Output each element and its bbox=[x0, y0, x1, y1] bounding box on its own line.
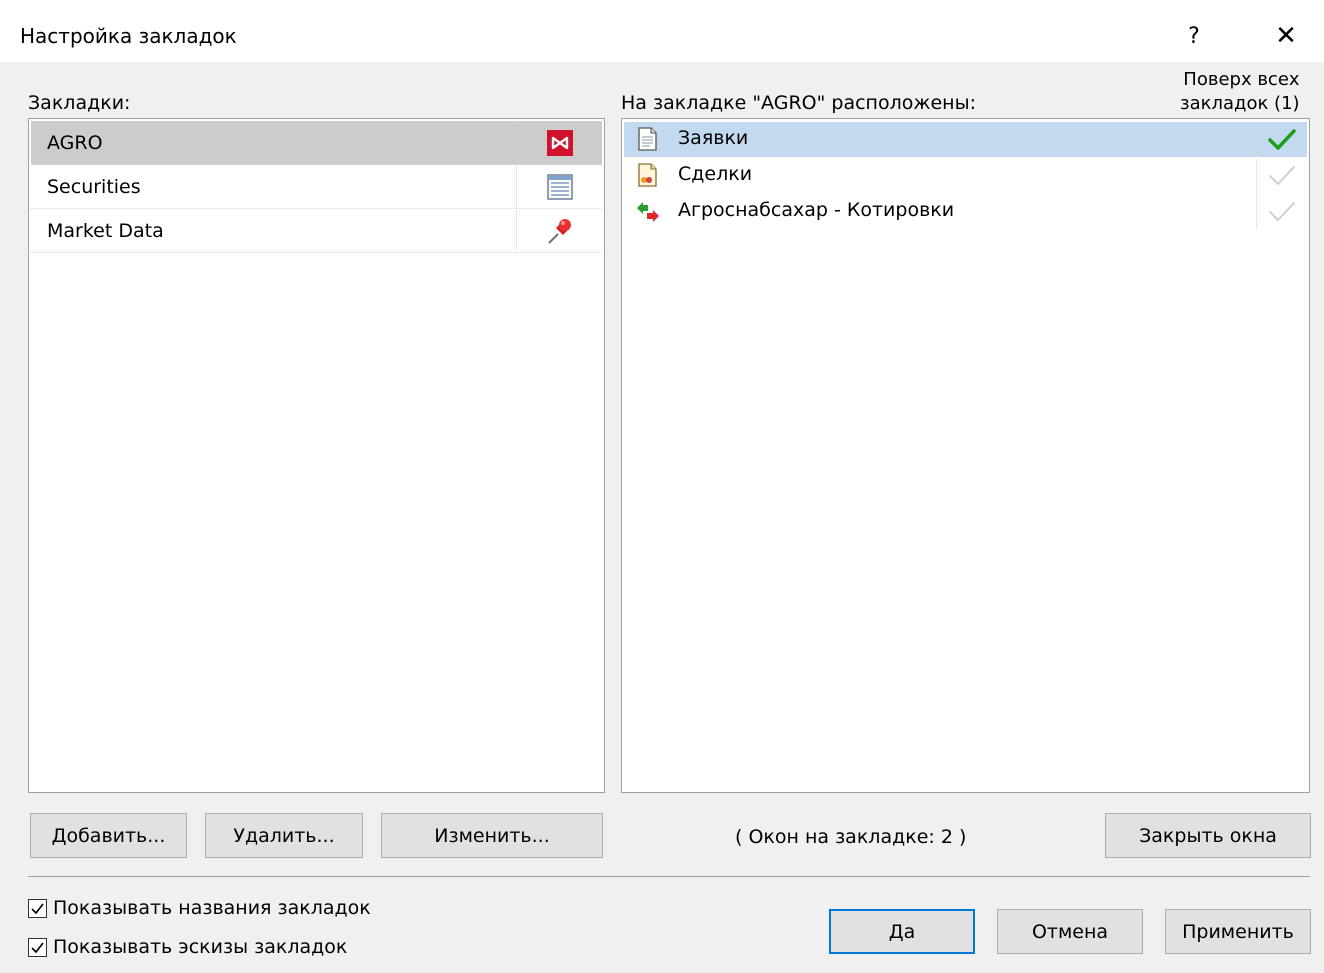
window-title: Настройка закладок bbox=[20, 24, 237, 48]
deals-document-icon bbox=[634, 162, 660, 188]
bookmarks-list[interactable]: AGRO Securities Market Data bbox=[28, 118, 605, 793]
help-button[interactable]: ? bbox=[1170, 14, 1218, 58]
bookmark-windows-list[interactable]: Заявки Сделки Агроснабсахар - Котировки bbox=[621, 118, 1310, 793]
show-names-checkbox[interactable] bbox=[28, 898, 47, 918]
on-top-column-header: Поверх всех закладок (1) bbox=[1180, 68, 1300, 116]
window-item-quotes[interactable]: Агроснабсахар - Котировки bbox=[624, 194, 1307, 229]
on-top-header-line2: закладок (1) bbox=[1180, 93, 1300, 114]
window-count-text: ( Окон на закладке: 2 ) bbox=[735, 826, 967, 848]
on-top-header-line1: Поверх всех bbox=[1183, 69, 1300, 90]
pushpin-icon bbox=[516, 209, 603, 252]
cancel-button[interactable]: Отмена bbox=[997, 909, 1143, 954]
delete-bookmark-button[interactable]: Удалить... bbox=[205, 813, 363, 858]
window-label: Агроснабсахар - Котировки bbox=[678, 199, 955, 221]
separator bbox=[28, 876, 1310, 877]
table-icon bbox=[516, 165, 603, 208]
window-label: Заявки bbox=[678, 127, 749, 149]
quotes-arrows-icon bbox=[634, 198, 660, 224]
bookmarks-label: Закладки: bbox=[28, 92, 131, 114]
show-names-label: Показывать названия закладок bbox=[53, 897, 371, 919]
moex-logo-icon bbox=[516, 121, 603, 164]
title-bar: Настройка закладок ? ✕ bbox=[0, 0, 1324, 62]
bookmark-item-securities[interactable]: Securities bbox=[31, 165, 602, 209]
close-windows-button[interactable]: Закрыть окна bbox=[1105, 813, 1311, 858]
document-icon bbox=[634, 126, 660, 152]
apply-button[interactable]: Применить bbox=[1165, 909, 1311, 954]
on-top-check-icon[interactable] bbox=[1256, 194, 1307, 229]
bookmark-windows-label: На закладке "AGRO" расположены: bbox=[621, 92, 976, 114]
on-top-check-icon[interactable] bbox=[1256, 122, 1307, 157]
bookmark-item-agro[interactable]: AGRO bbox=[31, 121, 602, 165]
window-label: Сделки bbox=[678, 163, 753, 185]
show-thumbnails-checkbox[interactable] bbox=[28, 937, 47, 957]
close-button[interactable]: ✕ bbox=[1262, 14, 1310, 58]
bookmark-label: Securities bbox=[47, 175, 141, 198]
on-top-check-icon[interactable] bbox=[1256, 158, 1307, 193]
bookmark-label: AGRO bbox=[47, 131, 103, 154]
ok-button[interactable]: Да bbox=[829, 909, 975, 954]
bookmark-item-market-data[interactable]: Market Data bbox=[31, 209, 602, 253]
show-names-option[interactable]: Показывать названия закладок bbox=[28, 897, 371, 919]
window-item-deals[interactable]: Сделки bbox=[624, 158, 1307, 193]
show-thumbnails-label: Показывать эскизы закладок bbox=[53, 936, 348, 958]
edit-bookmark-button[interactable]: Изменить... bbox=[381, 813, 603, 858]
window-item-orders[interactable]: Заявки bbox=[624, 122, 1307, 157]
show-thumbnails-option[interactable]: Показывать эскизы закладок bbox=[28, 936, 347, 958]
add-bookmark-button[interactable]: Добавить... bbox=[30, 813, 187, 858]
bookmark-label: Market Data bbox=[47, 219, 164, 242]
